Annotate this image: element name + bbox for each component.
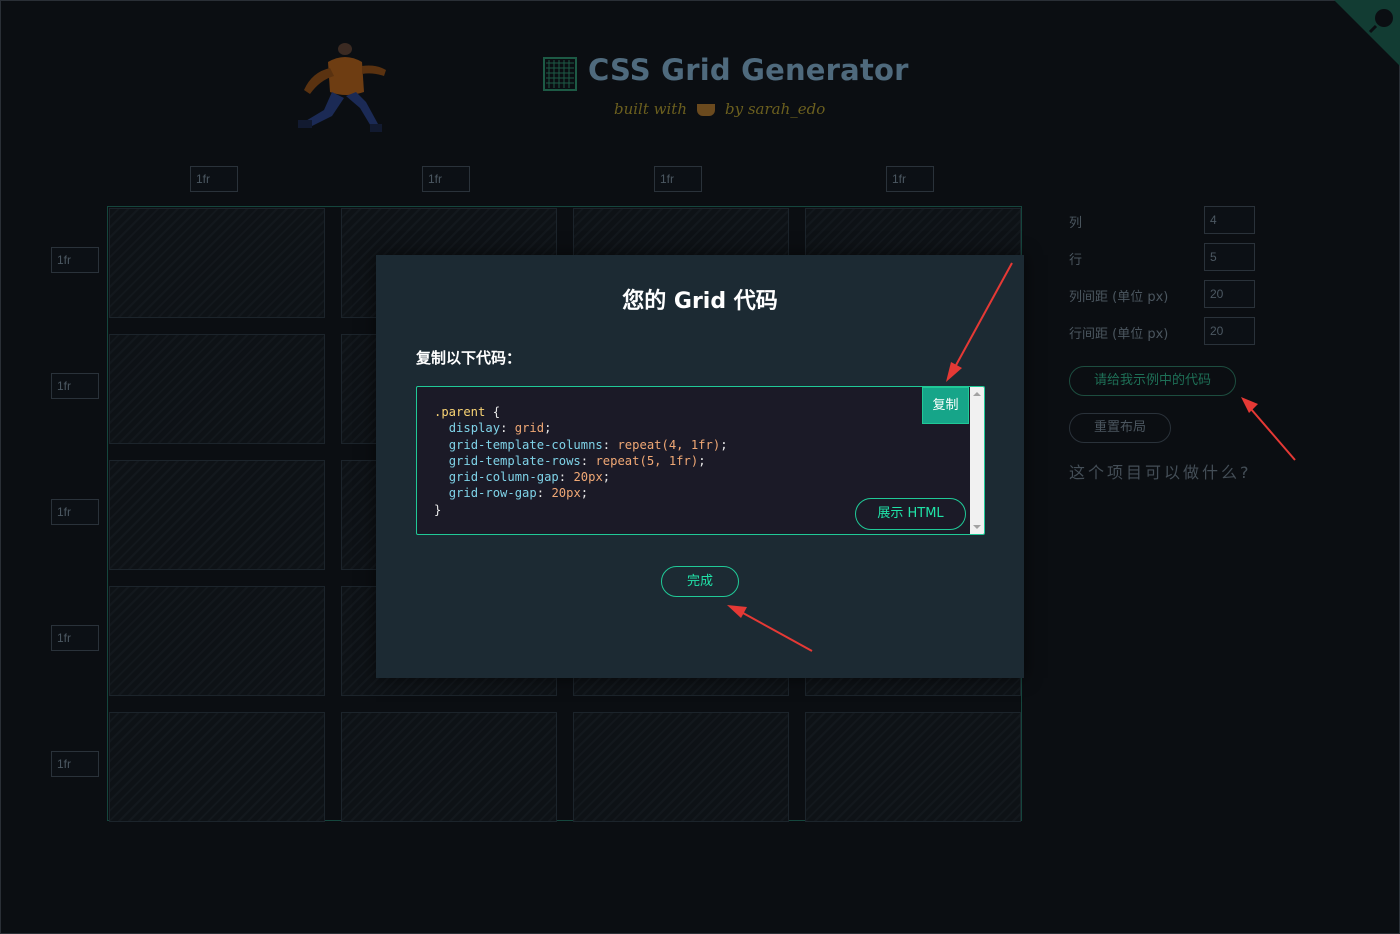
column-gap-input[interactable] bbox=[1204, 280, 1255, 308]
grid-cell[interactable] bbox=[341, 712, 557, 822]
columns-label: 列 bbox=[1069, 216, 1083, 231]
code-close-brace: } bbox=[434, 502, 442, 517]
code-open-brace: { bbox=[485, 405, 501, 419]
grid-cell[interactable] bbox=[109, 208, 325, 318]
about-link[interactable]: 这个项目可以做什么? bbox=[1069, 459, 1252, 483]
modal-prompt: 复制以下代码： bbox=[416, 349, 522, 367]
column-size-input[interactable] bbox=[422, 166, 470, 192]
grid-cell[interactable] bbox=[109, 586, 325, 696]
code-value: repeat(5, 1fr) bbox=[595, 453, 699, 468]
column-size-input[interactable] bbox=[886, 166, 934, 192]
show-code-button[interactable]: 请给我示例中的代码 bbox=[1069, 366, 1236, 396]
code-scrollbar[interactable] bbox=[970, 387, 984, 534]
code-value: 20px bbox=[573, 470, 603, 485]
row-size-input[interactable] bbox=[51, 625, 99, 651]
subtitle-author: by sarah_edo bbox=[724, 100, 826, 118]
column-gap-label: 列间距 (单位 px) bbox=[1069, 290, 1169, 305]
grid-cell[interactable] bbox=[805, 712, 1021, 822]
done-button[interactable]: 完成 bbox=[661, 566, 739, 597]
code-modal: 您的 Grid 代码 复制以下代码： .parent { display: gr… bbox=[376, 255, 1024, 678]
coffee-icon bbox=[696, 104, 715, 116]
grid-cell[interactable] bbox=[109, 460, 325, 570]
grid-cell[interactable] bbox=[573, 712, 789, 822]
code-property: grid-template-rows bbox=[448, 453, 581, 468]
row-gap-input[interactable] bbox=[1204, 317, 1255, 345]
code-property: grid-template-columns bbox=[448, 437, 603, 452]
rows-input[interactable] bbox=[1204, 243, 1255, 271]
column-size-input[interactable] bbox=[654, 166, 702, 192]
css-code: .parent { display: grid; grid-template-c… bbox=[434, 405, 728, 517]
row-size-input[interactable] bbox=[51, 373, 99, 399]
code-block[interactable]: .parent { display: grid; grid-template-c… bbox=[416, 386, 985, 535]
columns-input[interactable] bbox=[1204, 206, 1255, 234]
scroll-up-icon[interactable] bbox=[973, 392, 981, 396]
modal-title: 您的 Grid 代码 bbox=[622, 289, 778, 314]
subtitle: built with by sarah_edo bbox=[614, 100, 825, 118]
app-title: CSS Grid Generator bbox=[588, 53, 909, 87]
copy-button[interactable]: 复制 bbox=[922, 387, 969, 424]
code-value: repeat(4, 1fr) bbox=[617, 437, 721, 452]
code-value: 20px bbox=[551, 486, 581, 501]
code-value: grid bbox=[514, 421, 545, 436]
row-gap-label: 行间距 (单位 px) bbox=[1069, 327, 1169, 342]
row-size-input[interactable] bbox=[51, 247, 99, 273]
code-property: display bbox=[448, 421, 501, 436]
scroll-down-icon[interactable] bbox=[973, 525, 981, 529]
row-size-input[interactable] bbox=[51, 499, 99, 525]
code-selector: .parent bbox=[434, 405, 486, 419]
code-property: grid-row-gap bbox=[448, 486, 537, 501]
code-property: grid-column-gap bbox=[448, 470, 559, 485]
grid-cell[interactable] bbox=[109, 334, 325, 444]
subtitle-built-with: built with bbox=[614, 100, 687, 118]
row-size-input[interactable] bbox=[51, 751, 99, 777]
grid-cell[interactable] bbox=[109, 712, 325, 822]
column-size-input[interactable] bbox=[190, 166, 238, 192]
grid-logo-icon bbox=[543, 57, 577, 91]
rows-label: 行 bbox=[1069, 253, 1083, 268]
runner-illustration bbox=[298, 43, 386, 132]
reset-layout-button[interactable]: 重置布局 bbox=[1069, 413, 1171, 443]
github-icon[interactable] bbox=[1334, 0, 1400, 66]
show-html-button[interactable]: 展示 HTML bbox=[855, 498, 966, 530]
